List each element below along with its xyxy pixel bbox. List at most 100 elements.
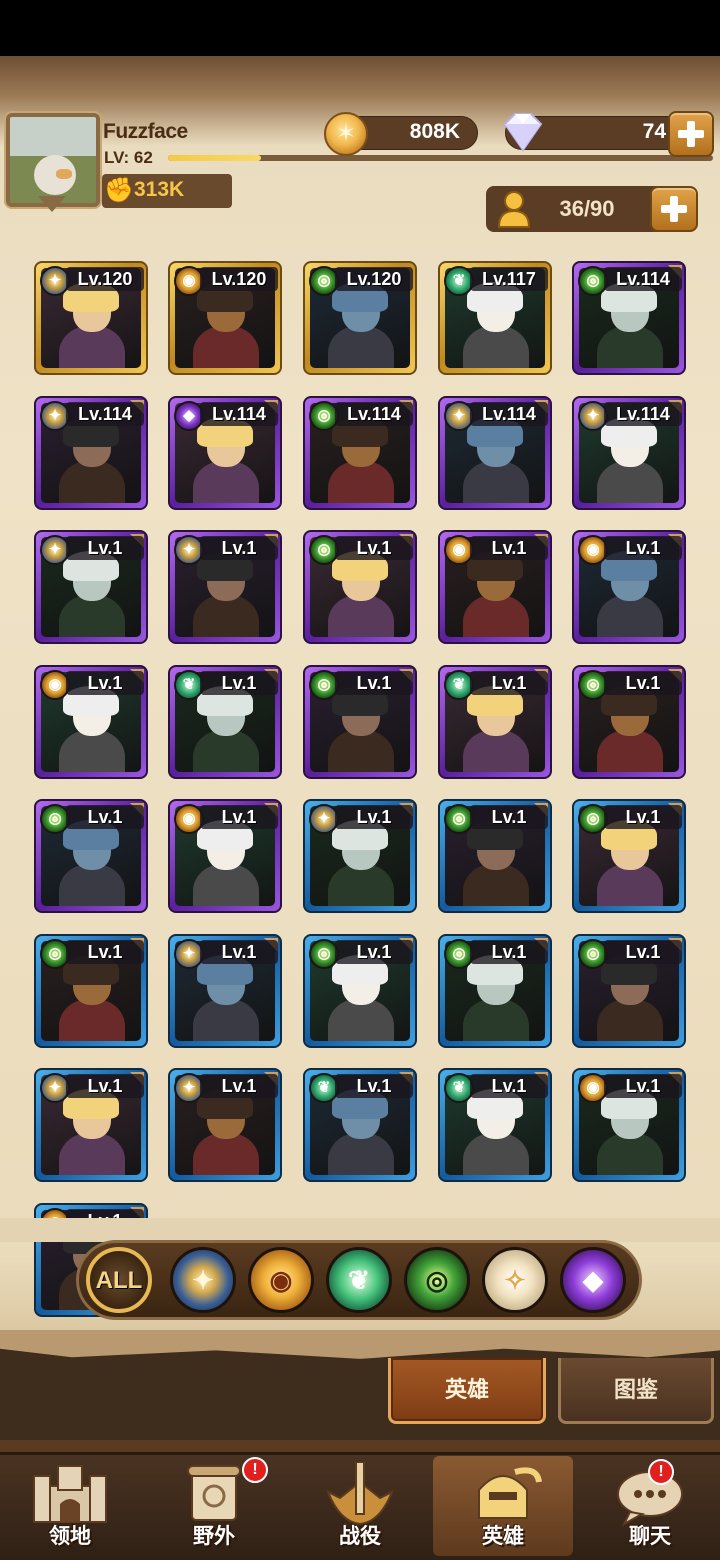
hypogean-faction-icon[interactable]: ◆: [560, 1247, 626, 1313]
hero-card[interactable]: ✦ Lv.114: [438, 396, 552, 510]
nav-heroes-label: 英雄: [482, 1525, 524, 1548]
hero-level-label: Lv.1: [604, 671, 682, 695]
player-name: Fuzzface: [103, 120, 188, 143]
hero-body: [328, 1133, 394, 1175]
hero-body: [597, 326, 663, 368]
hero-level-label: Lv.1: [66, 671, 144, 695]
hero-level-label: Lv.1: [335, 805, 413, 829]
hero-card[interactable]: ❦ Lv.1: [303, 1068, 417, 1182]
hero-card[interactable]: ◉Lv.1: [438, 530, 552, 644]
hero-body: [328, 461, 394, 503]
avatar-beak: [56, 169, 72, 179]
hero-body: [193, 1133, 259, 1175]
hero-card[interactable]: ◎ Lv.114: [572, 261, 686, 375]
hero-body: [193, 730, 259, 772]
hero-body: [463, 999, 529, 1041]
hero-body: [59, 864, 125, 906]
chat-alert-badge: !: [648, 1459, 674, 1485]
player-avatar[interactable]: [6, 113, 100, 207]
hero-card[interactable]: ◎ Lv.1: [303, 934, 417, 1048]
hero-level-label: Lv.114: [200, 402, 278, 426]
hero-card[interactable]: ✦ Lv.1: [34, 530, 148, 644]
filter-all-button[interactable]: ALL: [86, 1247, 152, 1313]
tab-codex[interactable]: 图鉴: [558, 1358, 714, 1424]
hero-card[interactable]: ❦ Lv.1: [168, 665, 282, 779]
hero-card[interactable]: ◎ Lv.1: [34, 934, 148, 1048]
tab-heroes[interactable]: 英雄: [388, 1358, 546, 1424]
hero-body: [328, 864, 394, 906]
hero-card[interactable]: ◎ Lv.1: [438, 934, 552, 1048]
hero-level-label: Lv.117: [470, 267, 548, 291]
hero-level-label: Lv.1: [200, 1074, 278, 1098]
hero-card[interactable]: ✦ Lv.1: [168, 934, 282, 1048]
hero-level-label: Lv.1: [604, 1074, 682, 1098]
person-icon: [497, 191, 531, 228]
add-hero-slots-button[interactable]: [650, 186, 698, 232]
hero-card[interactable]: ◉Lv.1: [572, 1068, 686, 1182]
hero-card[interactable]: ◎ Lv.1: [572, 665, 686, 779]
wilder-faction-icon[interactable]: ❦: [326, 1247, 392, 1313]
hero-level-label: Lv.1: [604, 805, 682, 829]
hero-body: [59, 326, 125, 368]
hero-card[interactable]: ✦ Lv.114: [34, 396, 148, 510]
hero-card[interactable]: ◉ Lv.120: [168, 261, 282, 375]
hero-card[interactable]: ✦ Lv.120: [34, 261, 148, 375]
hero-card[interactable]: ◉Lv.1: [168, 799, 282, 913]
hero-card[interactable]: ❦ Lv.1: [438, 665, 552, 779]
hero-body: [597, 1133, 663, 1175]
hero-level-label: Lv.1: [66, 536, 144, 560]
hero-body: [597, 999, 663, 1041]
nav-chat-label: 聊天: [629, 1525, 671, 1548]
hero-level-label: Lv.1: [200, 805, 278, 829]
hero-body: [59, 730, 125, 772]
hero-card[interactable]: ✦ Lv.1: [168, 1068, 282, 1182]
hero-card[interactable]: ✦ Lv.1: [34, 1068, 148, 1182]
hero-card[interactable]: ✦ Lv.114: [572, 396, 686, 510]
hero-body: [59, 999, 125, 1041]
nav-heroes[interactable]: 英雄: [433, 1456, 573, 1556]
hero-body: [193, 595, 259, 637]
hero-body: [193, 326, 259, 368]
hero-level-label: Lv.1: [470, 940, 548, 964]
hero-level-label: Lv.114: [470, 402, 548, 426]
sword-emblem-icon: [326, 1462, 394, 1526]
hero-card[interactable]: ◎ Lv.1: [572, 934, 686, 1048]
hero-card[interactable]: ◎ Lv.1: [438, 799, 552, 913]
hero-level-label: Lv.120: [200, 267, 278, 291]
hero-level-label: Lv.1: [200, 536, 278, 560]
hero-card[interactable]: ◉Lv.1: [572, 530, 686, 644]
celestial-faction-icon[interactable]: ✧: [482, 1247, 548, 1313]
hero-card[interactable]: ◎ Lv.114: [303, 396, 417, 510]
hero-body: [463, 595, 529, 637]
hero-level-label: Lv.1: [66, 940, 144, 964]
hero-body: [597, 730, 663, 772]
hero-card[interactable]: ◎ Lv.1: [34, 799, 148, 913]
lightbearer-faction-icon[interactable]: ✦: [170, 1247, 236, 1313]
helmet-icon: [478, 1467, 542, 1519]
nav-territory[interactable]: 领地: [0, 1456, 140, 1556]
hero-level-label: Lv.1: [470, 671, 548, 695]
hero-card[interactable]: ✦ Lv.1: [168, 530, 282, 644]
hero-level-label: Lv.1: [470, 1074, 548, 1098]
hero-level-label: Lv.1: [200, 671, 278, 695]
hero-card[interactable]: ◎ Lv.1: [572, 799, 686, 913]
nav-campaign[interactable]: 战役: [290, 1456, 430, 1556]
add-diamonds-button[interactable]: [668, 111, 714, 157]
hero-card[interactable]: ◆ Lv.114: [168, 396, 282, 510]
hero-level-label: Lv.120: [66, 267, 144, 291]
hero-card[interactable]: ❦ Lv.117: [438, 261, 552, 375]
hero-level-label: Lv.1: [66, 805, 144, 829]
hero-card[interactable]: ◎ Lv.120: [303, 261, 417, 375]
mauler-faction-icon[interactable]: ◉: [248, 1247, 314, 1313]
hero-card[interactable]: ✦ Lv.1: [303, 799, 417, 913]
power-value: 313K: [134, 178, 185, 201]
hero-card[interactable]: ❦ Lv.1: [438, 1068, 552, 1182]
hero-level-label: Lv.114: [66, 402, 144, 426]
hero-card[interactable]: ◎ Lv.1: [303, 530, 417, 644]
hero-body: [597, 864, 663, 906]
graveborn-faction-icon[interactable]: ◎: [404, 1247, 470, 1313]
hero-card[interactable]: ◉Lv.1: [34, 665, 148, 779]
hero-level-label: Lv.120: [335, 267, 413, 291]
hero-card[interactable]: ◎ Lv.1: [303, 665, 417, 779]
hero-level-label: Lv.1: [335, 671, 413, 695]
